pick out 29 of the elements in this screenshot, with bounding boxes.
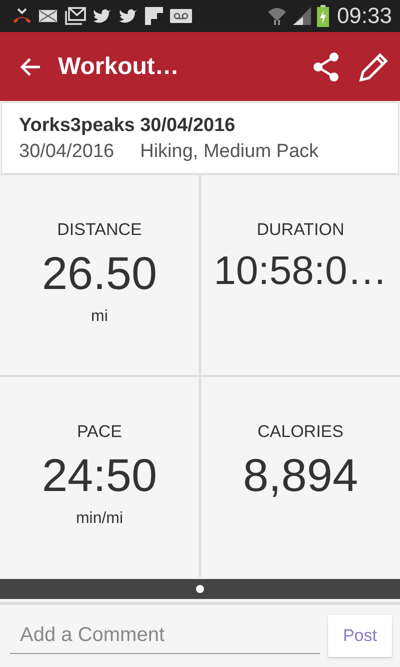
bird-icon bbox=[92, 8, 112, 24]
stat-value: 26.50 bbox=[42, 246, 158, 300]
stat-label: CALORIES bbox=[258, 422, 344, 442]
stat-label: DURATION bbox=[256, 220, 344, 240]
flag-icon bbox=[144, 6, 164, 26]
stat-value: 8,894 bbox=[242, 448, 358, 502]
stat-value: 10:58:0… bbox=[214, 249, 388, 294]
voicemail-icon bbox=[170, 9, 192, 23]
signal-icon bbox=[292, 7, 311, 25]
workout-date: 30/04/2016 bbox=[19, 141, 114, 163]
mail-stack-icon bbox=[64, 7, 86, 25]
screen-title: Workout… bbox=[58, 52, 180, 80]
battery-icon bbox=[316, 5, 329, 27]
missed-call-icon bbox=[12, 8, 32, 24]
wifi-icon bbox=[266, 6, 287, 26]
edit-button[interactable] bbox=[358, 50, 390, 82]
bird-icon bbox=[118, 8, 138, 24]
workout-name: Yorks3peaks 30/04/2016 bbox=[19, 115, 236, 137]
back-button[interactable] bbox=[20, 56, 42, 78]
workout-activity: Hiking, Medium Pack bbox=[140, 141, 319, 163]
stat-label: DISTANCE bbox=[57, 220, 142, 240]
mail-icon bbox=[38, 9, 58, 23]
status-time: 09:33 bbox=[336, 3, 392, 29]
stat-value: 24:50 bbox=[42, 448, 158, 502]
stat-unit: mi bbox=[91, 308, 108, 326]
comment-field[interactable]: Add a Comment bbox=[10, 618, 320, 654]
stat-label: PACE bbox=[76, 422, 122, 442]
stat-unit: min/mi bbox=[76, 510, 124, 528]
post-button[interactable]: Post bbox=[328, 615, 392, 657]
